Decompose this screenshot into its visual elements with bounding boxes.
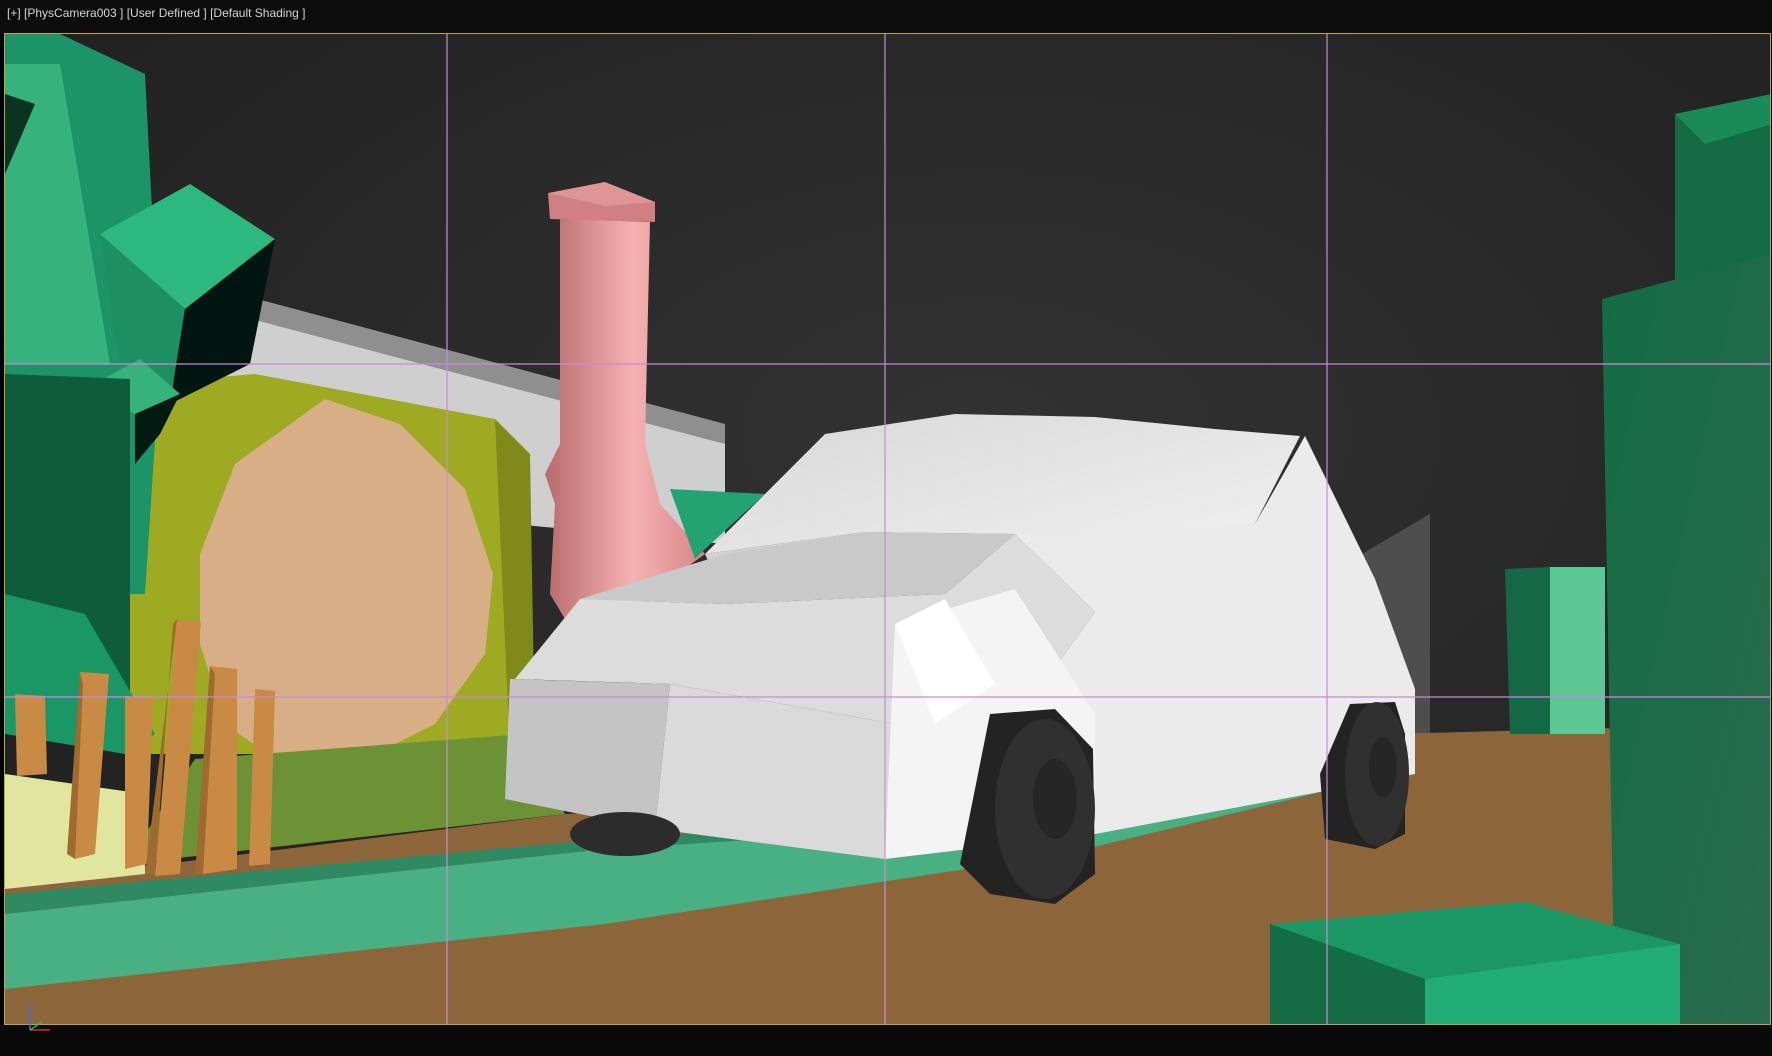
rear-wheel-left	[570, 812, 680, 856]
viewport-footer	[0, 1025, 1772, 1056]
viewport-label[interactable]: [+] [PhysCamera003 ] [User Defined ] [De…	[7, 6, 306, 20]
right-tree	[1602, 254, 1770, 1024]
green-box	[1505, 567, 1550, 734]
scene-render	[5, 34, 1770, 1024]
axis-gizmo-icon	[29, 1004, 50, 1031]
viewport-header: [+] [PhysCamera003 ] [User Defined ] [De…	[0, 0, 1772, 33]
camera-viewport[interactable]	[4, 33, 1771, 1025]
